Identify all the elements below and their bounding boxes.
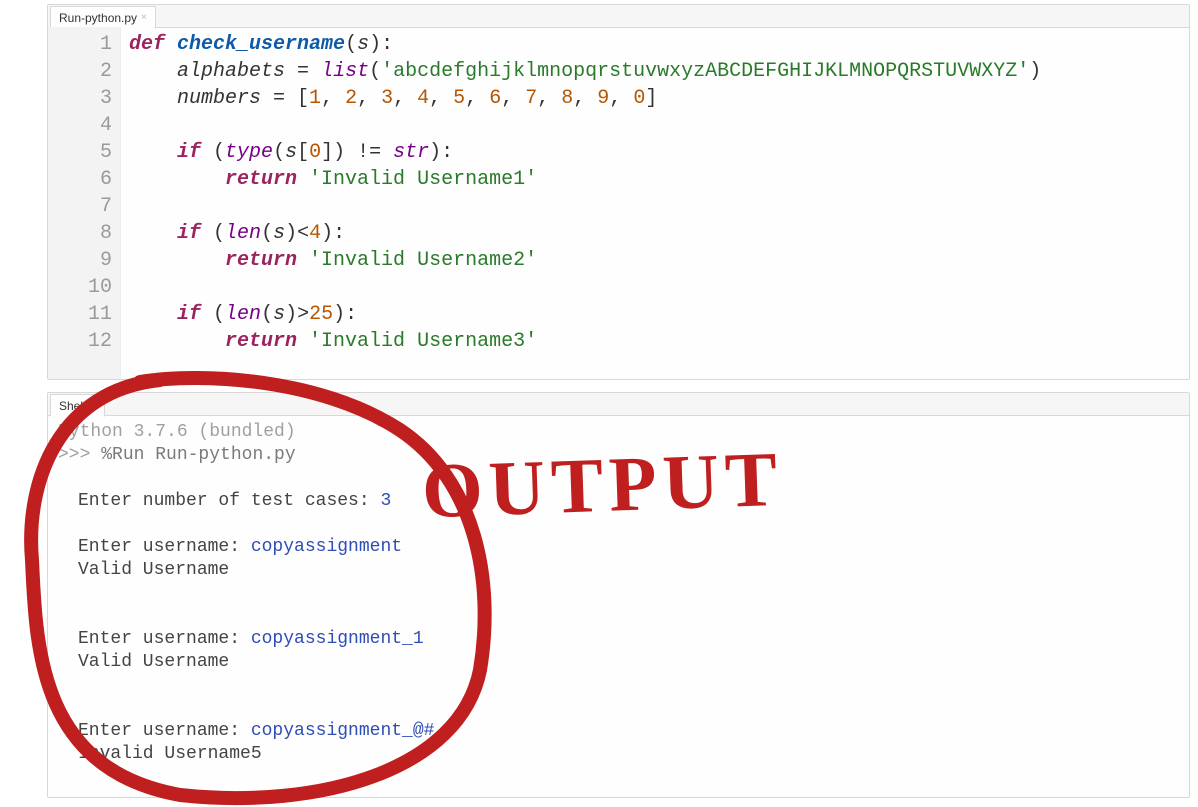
line-number: 4 (48, 112, 112, 139)
line-number: 11 (48, 301, 112, 328)
shell-tab-label: Shell (59, 399, 86, 413)
line-number: 6 (48, 166, 112, 193)
close-icon[interactable]: × (90, 400, 96, 411)
line-number: 12 (48, 328, 112, 355)
line-number: 5 (48, 139, 112, 166)
line-number-gutter: 1 2 3 4 5 6 7 8 9 10 11 12 (48, 27, 121, 379)
line-number: 9 (48, 247, 112, 274)
line-number: 3 (48, 85, 112, 112)
line-number: 8 (48, 220, 112, 247)
close-icon[interactable]: × (141, 12, 147, 23)
line-number: 10 (48, 274, 112, 301)
code-editor-body[interactable]: 1 2 3 4 5 6 7 8 9 10 11 12 def check_use… (48, 27, 1189, 379)
shell-tabbar: Shell × (48, 393, 1189, 416)
editor-tab-label: Run-python.py (59, 11, 137, 25)
line-number: 1 (48, 31, 112, 58)
shell-pane: Shell × Python 3.7.6 (bundled) >>> %Run … (47, 392, 1190, 798)
editor-tabbar: Run-python.py × (48, 5, 1189, 28)
code-editor-pane: Run-python.py × 1 2 3 4 5 6 7 8 9 10 11 … (47, 4, 1190, 380)
shell-output[interactable]: Python 3.7.6 (bundled) >>> %Run Run-pyth… (48, 415, 1189, 797)
line-number: 7 (48, 193, 112, 220)
line-number: 2 (48, 58, 112, 85)
code-text-area[interactable]: def check_username(s): alphabets = list(… (121, 27, 1189, 379)
editor-tab-run-python[interactable]: Run-python.py × (50, 6, 156, 29)
shell-tab[interactable]: Shell × (50, 394, 105, 417)
